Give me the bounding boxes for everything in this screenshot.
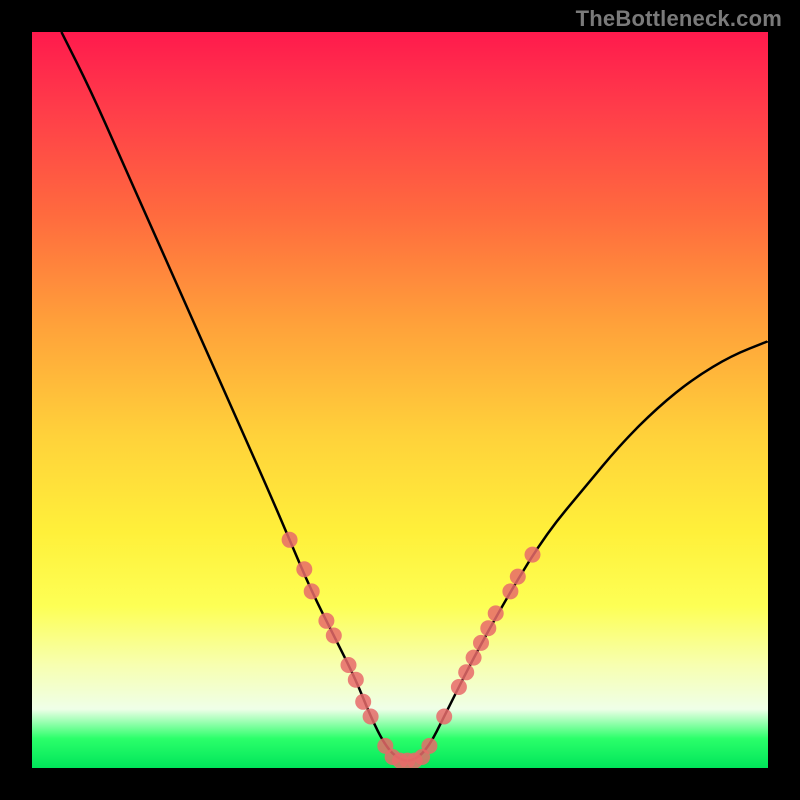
marker-dot: [510, 569, 526, 585]
marker-dot: [304, 583, 320, 599]
marker-dot: [436, 709, 452, 725]
marker-dot: [502, 583, 518, 599]
marker-dot: [480, 620, 496, 636]
marker-dot: [466, 650, 482, 666]
curve-layer: [32, 32, 768, 768]
bottleneck-curve: [61, 32, 768, 761]
marker-group: [282, 532, 541, 768]
marker-dot: [363, 709, 379, 725]
marker-dot: [525, 547, 541, 563]
marker-dot: [451, 679, 467, 695]
marker-dot: [296, 561, 312, 577]
marker-dot: [458, 664, 474, 680]
marker-dot: [421, 738, 437, 754]
marker-dot: [318, 613, 334, 629]
plot-area: [32, 32, 768, 768]
marker-dot: [473, 635, 489, 651]
marker-dot: [341, 657, 357, 673]
marker-dot: [348, 672, 364, 688]
watermark-text: TheBottleneck.com: [576, 6, 782, 32]
marker-dot: [488, 605, 504, 621]
marker-dot: [326, 628, 342, 644]
marker-dot: [355, 694, 371, 710]
chart-frame: TheBottleneck.com: [0, 0, 800, 800]
marker-dot: [282, 532, 298, 548]
